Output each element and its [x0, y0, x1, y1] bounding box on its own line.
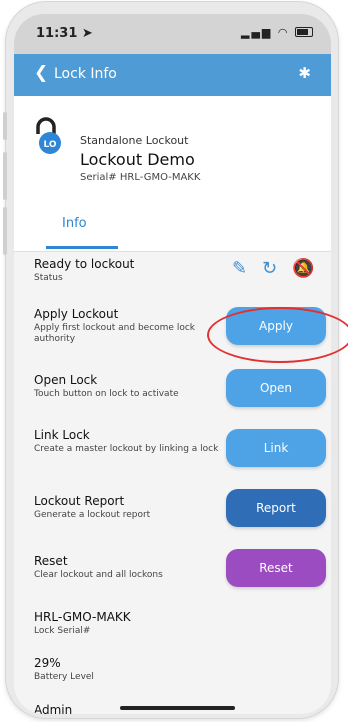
report-title: Lockout Report: [34, 494, 125, 508]
serial-value: HRL-GMO-MAKK: [34, 610, 131, 624]
open-subtitle: Touch button on lock to activate: [34, 389, 179, 399]
app-bar: ❮ Lock Info ✱: [14, 54, 331, 96]
apply-subtitle: Apply first lockout and become lock auth…: [34, 323, 195, 344]
lock-name: Lockout Demo: [80, 150, 195, 169]
apply-title: Apply Lockout: [34, 307, 119, 321]
report-button[interactable]: Report: [226, 489, 326, 527]
admin-title: Admin: [34, 703, 73, 714]
phone-side-button: [3, 112, 7, 140]
chevron-left-icon[interactable]: ❮: [34, 63, 48, 83]
battery-icon: [295, 27, 313, 37]
open-button[interactable]: Open: [226, 369, 326, 407]
status-title: Ready to lockout: [34, 257, 135, 271]
wifi-icon: ◠: [277, 26, 290, 39]
report-subtitle: Generate a lockout report: [34, 510, 151, 520]
bell-off-icon[interactable]: 🔕: [292, 258, 314, 279]
pencil-icon[interactable]: ✎: [232, 258, 247, 279]
open-title: Open Lock: [34, 373, 98, 387]
phone-side-button: [3, 207, 7, 255]
status-subtitle: Status: [34, 273, 63, 283]
tab-info[interactable]: Info: [62, 216, 87, 231]
phone-side-button: [3, 152, 7, 200]
reset-subtitle: Clear lockout and all lockons: [34, 570, 163, 580]
lock-serial: Serial# HRL-GMO-MAKK: [80, 172, 201, 183]
tab-indicator: [46, 246, 118, 249]
link-title: Link Lock: [34, 428, 90, 442]
app-screen: 11:31 ➤ ▂▄▆ ◠ ❮ Lock Info ✱ LO Standalon…: [14, 14, 331, 714]
svg-text:LO: LO: [43, 140, 56, 150]
link-button[interactable]: Link: [226, 429, 326, 467]
status-time: 11:31 ➤: [36, 26, 93, 41]
lock-icon: LO: [36, 117, 61, 154]
home-indicator: [120, 706, 235, 710]
page-title: Lock Info: [54, 66, 117, 82]
link-subtitle: Create a master lockout by linking a loc…: [34, 444, 219, 454]
status-icons: ▂▄▆ ◠: [241, 26, 313, 39]
battery-value: 29%: [34, 656, 61, 670]
annotation-circle: [207, 307, 348, 363]
refresh-icon[interactable]: ↻: [262, 258, 277, 279]
lock-type: Standalone Lockout: [80, 134, 189, 147]
reset-title: Reset: [34, 554, 68, 568]
signal-icon: ▂▄▆: [241, 26, 273, 39]
bluetooth-icon[interactable]: ✱: [298, 64, 311, 82]
status-bar: 11:31 ➤ ▂▄▆ ◠: [14, 14, 331, 54]
reset-button[interactable]: Reset: [226, 549, 326, 587]
battery-label: Battery Level: [34, 672, 94, 682]
serial-label: Lock Serial#: [34, 626, 91, 636]
divider: [14, 251, 331, 252]
